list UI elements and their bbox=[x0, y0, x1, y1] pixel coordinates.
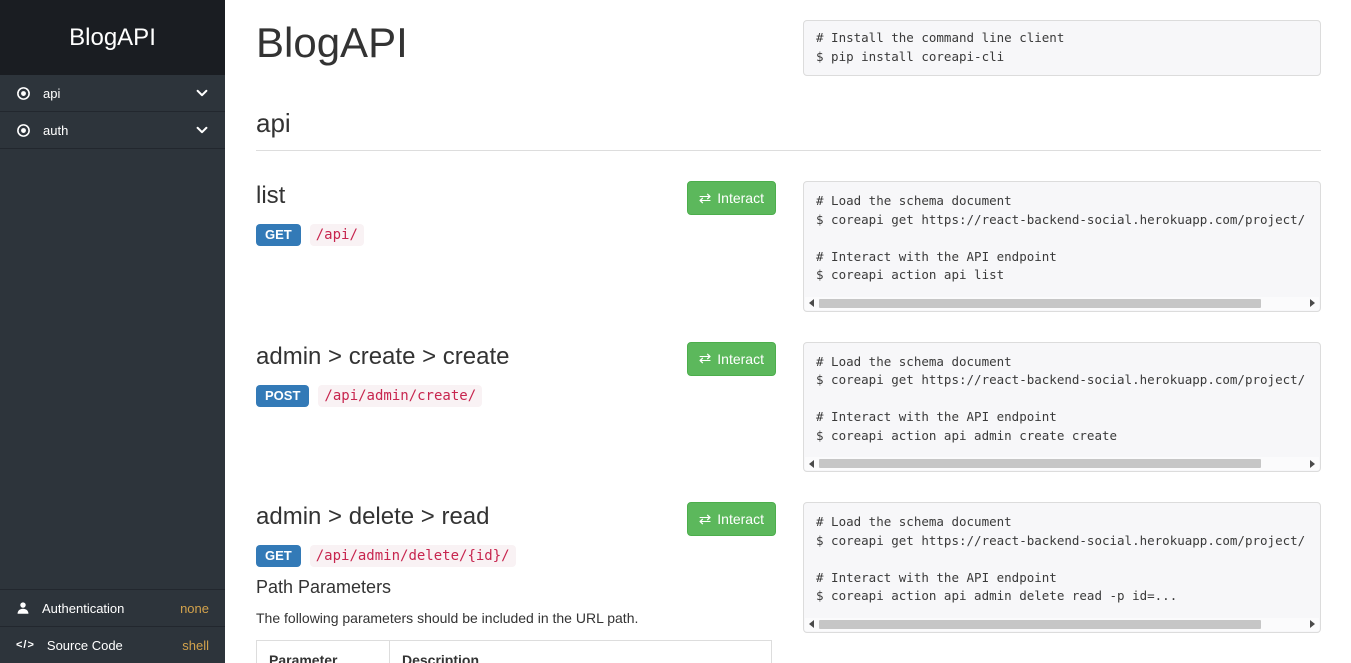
endpoint-title: list bbox=[256, 181, 285, 211]
bullseye-icon bbox=[16, 86, 31, 101]
section-divider bbox=[256, 150, 1321, 151]
endpoint-section-admin-delete-read: admin > delete > read ⇄ Interact GET /ap… bbox=[256, 502, 1321, 663]
source-code-value: shell bbox=[182, 638, 209, 653]
endpoint-code-block: # Load the schema document $ coreapi get… bbox=[803, 342, 1321, 473]
main-content: BlogAPI # Install the command line clien… bbox=[225, 0, 1351, 663]
swap-arrows-icon: ⇄ bbox=[699, 512, 712, 527]
method-badge: GET bbox=[256, 545, 301, 567]
interact-button[interactable]: ⇄ Interact bbox=[687, 342, 776, 376]
code-text: # Load the schema document $ coreapi get… bbox=[816, 193, 1305, 282]
code-icon: </> bbox=[16, 639, 35, 651]
endpoint-title: admin > delete > read bbox=[256, 502, 490, 532]
sidebar-item-label: Authentication bbox=[42, 601, 124, 616]
endpoint-path: /api/admin/delete/{id}/ bbox=[310, 545, 516, 567]
interact-button-label: Interact bbox=[717, 511, 764, 527]
description-col-header: Description bbox=[390, 641, 772, 663]
sidebar-header: BlogAPI bbox=[0, 0, 225, 75]
section-title: api bbox=[256, 109, 1321, 137]
swap-arrows-icon: ⇄ bbox=[699, 351, 712, 366]
chevron-down-icon bbox=[195, 86, 209, 100]
scroll-thumb[interactable] bbox=[819, 620, 1261, 629]
user-icon bbox=[16, 601, 30, 615]
scroll-left-arrow-icon[interactable] bbox=[809, 620, 814, 628]
scroll-thumb[interactable] bbox=[819, 459, 1261, 468]
scroll-left-arrow-icon[interactable] bbox=[809, 460, 814, 468]
sidebar-item-label: Source Code bbox=[47, 638, 123, 653]
sidebar-item-label: api bbox=[43, 86, 195, 101]
app-title: BlogAPI bbox=[69, 24, 156, 52]
install-code-block: # Install the command line client $ pip … bbox=[803, 20, 1321, 76]
endpoint-code-block: # Load the schema document $ coreapi get… bbox=[803, 181, 1321, 312]
method-badge: GET bbox=[256, 224, 301, 246]
scroll-left-arrow-icon[interactable] bbox=[809, 299, 814, 307]
authentication-value: none bbox=[180, 601, 209, 616]
scroll-right-arrow-icon[interactable] bbox=[1310, 299, 1315, 307]
interact-button-label: Interact bbox=[717, 190, 764, 206]
path-params-heading: Path Parameters bbox=[256, 577, 776, 597]
param-col-header: Parameter bbox=[257, 641, 390, 663]
horizontal-scrollbar[interactable] bbox=[805, 457, 1319, 470]
endpoint-path: /api/ bbox=[310, 224, 364, 246]
interact-button[interactable]: ⇄ Interact bbox=[687, 502, 776, 536]
endpoint-section-list: list ⇄ Interact GET /api/ # Load the sch… bbox=[256, 181, 1321, 312]
endpoint-path: /api/admin/create/ bbox=[318, 385, 482, 407]
swap-arrows-icon: ⇄ bbox=[699, 191, 712, 206]
scroll-right-arrow-icon[interactable] bbox=[1310, 460, 1315, 468]
sidebar-item-source-code[interactable]: </> Source Code shell bbox=[0, 626, 225, 663]
sidebar-item-label: auth bbox=[43, 123, 195, 138]
endpoint-code-block: # Load the schema document $ coreapi get… bbox=[803, 502, 1321, 633]
sidebar-item-authentication[interactable]: Authentication none bbox=[0, 589, 225, 626]
horizontal-scrollbar[interactable] bbox=[805, 297, 1319, 310]
params-table: Parameter Description bbox=[256, 640, 772, 663]
code-text: # Load the schema document $ coreapi get… bbox=[816, 514, 1305, 603]
interact-button[interactable]: ⇄ Interact bbox=[687, 181, 776, 215]
page-title: BlogAPI bbox=[256, 20, 408, 66]
scroll-thumb[interactable] bbox=[819, 299, 1261, 308]
params-table-header-row: Parameter Description bbox=[257, 641, 772, 663]
sidebar-item-api[interactable]: api bbox=[0, 75, 225, 112]
path-params-note: The following parameters should be inclu… bbox=[256, 611, 776, 626]
sidebar: BlogAPI api auth bbox=[0, 0, 225, 663]
chevron-down-icon bbox=[195, 123, 209, 137]
code-text: # Load the schema document $ coreapi get… bbox=[816, 354, 1305, 443]
method-badge: POST bbox=[256, 385, 309, 407]
sidebar-item-auth[interactable]: auth bbox=[0, 112, 225, 149]
sidebar-spacer bbox=[0, 149, 225, 589]
endpoint-title: admin > create > create bbox=[256, 342, 509, 372]
scroll-right-arrow-icon[interactable] bbox=[1310, 620, 1315, 628]
horizontal-scrollbar[interactable] bbox=[805, 618, 1319, 631]
bullseye-icon bbox=[16, 123, 31, 138]
endpoint-section-admin-create: admin > create > create ⇄ Interact POST … bbox=[256, 342, 1321, 473]
interact-button-label: Interact bbox=[717, 351, 764, 367]
